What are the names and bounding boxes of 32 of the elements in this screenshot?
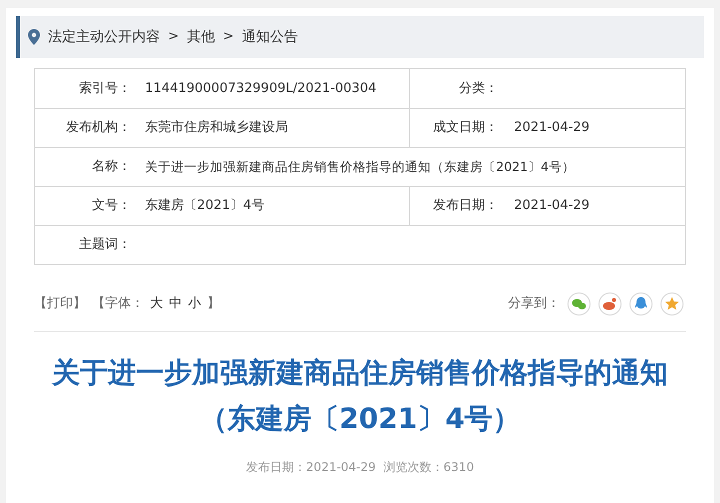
chat-bubbles-icon[interactable] [567,292,591,316]
field-value: 关于进一步加强新建商品住房销售价格指导的通知（东建房〔2021〕4号） [145,158,575,176]
field-value: 2021-04-29 [514,119,590,138]
share-label: 分享到： [508,295,560,314]
field-label: 发布机构： [65,119,132,138]
location-pin-icon [28,29,40,45]
field-label: 发布日期： [432,197,499,216]
field-value: 东建房〔2021〕4号 [145,197,264,216]
font-size-option[interactable]: 中 [169,294,182,314]
field-value: 11441900007329909L/2021-00304 [145,80,376,98]
breadcrumb-separator: > [168,28,179,46]
penguin-icon[interactable] [629,292,653,316]
breadcrumb-separator: > [222,28,234,46]
field-label: 成文日期： [432,119,499,138]
breadcrumb-link[interactable]: 通知公告 [242,26,298,48]
field-label: 名称： [91,158,132,176]
article-meta: 发布日期：2021-04-29 浏览次数：6310 [246,459,474,476]
field-value: 2021-04-29 [514,197,590,216]
print-link[interactable]: 【打印】 [34,294,86,314]
field-label: 索引号： [78,80,132,98]
field-label: 文号： [91,197,132,216]
breadcrumb-link[interactable]: 法定主动公开内容 [48,26,160,48]
font-size-bracket: 】 [207,295,220,314]
font-size-option[interactable]: 小 [188,294,201,314]
breadcrumb-link[interactable]: 其他 [186,26,215,48]
article-title: 关于进一步加强新建商品住房销售价格指导的通知 [52,355,668,391]
font-size-option[interactable]: 大 [150,294,163,314]
field-label: 主题词： [78,236,132,254]
field-label: 分类： [458,80,499,98]
article-title: （东建房〔2021〕4号） [199,401,521,437]
font-size-label: 【字体： [92,295,144,314]
field-value: 东莞市住房和城乡建设局 [145,119,288,138]
